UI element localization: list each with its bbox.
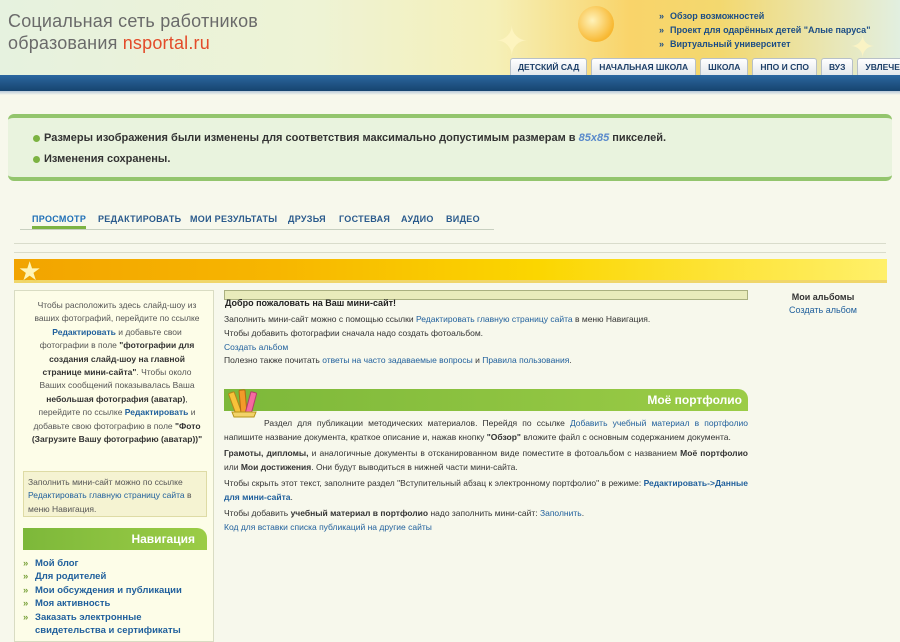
pencils-icon [228, 389, 258, 418]
tab-view[interactable]: ПРОСМОТР [32, 214, 87, 229]
sun-decoration [578, 6, 614, 42]
site-title-line2: образования nsportal.ru [8, 33, 210, 53]
welcome-title: Добро пожаловать на Ваш мини-сайт! [225, 298, 397, 308]
edit-main-page-link[interactable]: Редактировать главную страницу сайта [416, 314, 573, 324]
photo-hint: Чтобы добавить фотографии сначала надо с… [224, 328, 484, 338]
fill-link[interactable]: Заполнить [540, 508, 582, 518]
nav-item-discussions[interactable]: Мои обсуждения и публикации [23, 584, 211, 598]
add-material-link[interactable]: Добавить учебный материал в портфолио [570, 418, 748, 428]
tab-audio[interactable]: АУДИО [401, 214, 434, 224]
saved-message: Изменения сохранены. [32, 153, 171, 165]
divider [14, 252, 886, 253]
portfolio-paragraph: Грамоты, дипломы, и аналогичные документ… [224, 448, 748, 472]
albums-title: Мои альбомы [791, 292, 855, 302]
tab-university[interactable]: ВУЗ [820, 58, 854, 75]
portfolio-text: Раздел для публикации методических матер… [224, 416, 748, 534]
header-nav-bar [0, 75, 900, 91]
sparkle-icon: ✦ [495, 20, 529, 64]
brand-name: nsportal.ru [122, 33, 210, 53]
tab-video[interactable]: ВИДЕО [446, 214, 480, 224]
create-album-link[interactable]: Создать альбом [760, 305, 886, 315]
tab-my-results[interactable]: МОИ РЕЗУЛЬТАТЫ [190, 214, 277, 224]
nav-item-activity[interactable]: Моя активность [23, 597, 211, 611]
portfolio-paragraph: Раздел для публикации методических матер… [224, 418, 749, 442]
tab-vocational[interactable]: НПО И СПО [752, 58, 817, 75]
tab-primary-school[interactable]: НАЧАЛЬНАЯ ШКОЛА [591, 58, 697, 75]
faq-link[interactable]: ответы на часто задаваемые вопросы [322, 355, 473, 365]
portfolio-header: Моё портфолио [224, 389, 748, 411]
top-link-virtual-university[interactable]: Виртуальный университет [659, 37, 870, 51]
nav-item-parents[interactable]: Для родителей [23, 570, 211, 584]
education-level-tabs: ДЕТСКИЙ САД НАЧАЛЬНАЯ ШКОЛА ШКОЛА НПО И … [510, 58, 900, 75]
rules-link[interactable]: Правила пользования [482, 355, 569, 365]
top-links: Обзор возможностей Проект для одарённых … [659, 9, 870, 51]
nav-item-certificates[interactable]: Заказать электронные свидетельства и сер… [23, 611, 211, 638]
tab-guestbook[interactable]: ГОСТЕВАЯ [339, 214, 390, 224]
divider [14, 243, 886, 244]
page-banner: ★ [14, 256, 887, 286]
portfolio-paragraph: Код для вставки списка публикаций на дру… [224, 520, 748, 534]
nav-item-blog[interactable]: Мой блог [23, 557, 211, 571]
left-sidebar: Чтобы расположить здесь слайд-шоу из ваш… [14, 290, 214, 642]
portfolio-paragraph: Чтобы скрыть этот текст, заполните разде… [224, 478, 748, 502]
top-link-overview[interactable]: Обзор возможностей [659, 9, 870, 23]
read-hint: Полезно также почитать ответы на часто з… [224, 355, 572, 365]
navigation-list: Мой блог Для родителей Мои обсуждения и … [23, 557, 211, 637]
tab-kindergarten[interactable]: ДЕТСКИЙ САД [510, 58, 588, 75]
portfolio-paragraph: Чтобы добавить учебный материал в портфо… [224, 508, 585, 518]
star-icon: ★ [18, 256, 42, 286]
edit-link[interactable]: Редактировать [52, 327, 116, 337]
resize-message: Размеры изображения были изменены для со… [32, 132, 667, 144]
create-album-link[interactable]: Создать альбом [224, 342, 288, 352]
profile-tabs: ПРОСМОТР РЕДАКТИРОВАТЬ МОИ РЕЗУЛЬТАТЫ ДР… [20, 210, 494, 230]
slideshow-hint: Чтобы расположить здесь слайд-шоу из ваш… [31, 300, 203, 445]
tab-hobbies[interactable]: УВЛЕЧЕНИЯ [857, 58, 900, 75]
edit-main-page-link[interactable]: Редактировать главную страницу сайта [28, 490, 185, 500]
fill-site-hint: Заполнить мини-сайт можно по ссылке Реда… [23, 471, 207, 517]
embed-code-link[interactable]: Код для вставки списка публикаций на дру… [224, 522, 432, 532]
size-value: 85x85 [578, 132, 610, 144]
site-logo[interactable]: Социальная сеть работников образования n… [8, 10, 258, 54]
tab-school[interactable]: ШКОЛА [700, 58, 749, 75]
status-messages: Размеры изображения были изменены для со… [8, 114, 892, 181]
header-shadow [0, 91, 900, 95]
top-link-scarlet-sails[interactable]: Проект для одарённых детей "Алые паруса" [659, 23, 870, 37]
fill-hint: Заполнить мини-сайт можно с помощью ссыл… [224, 314, 651, 324]
tab-friends[interactable]: ДРУЗЬЯ [288, 214, 326, 224]
edit-link[interactable]: Редактировать [125, 407, 189, 417]
tab-edit[interactable]: РЕДАКТИРОВАТЬ [98, 214, 181, 224]
site-title-line1: Социальная сеть работников [8, 11, 259, 31]
site-header: ✦ ✦ Социальная сеть работников образован… [0, 0, 900, 76]
navigation-header: Навигация [23, 528, 207, 550]
